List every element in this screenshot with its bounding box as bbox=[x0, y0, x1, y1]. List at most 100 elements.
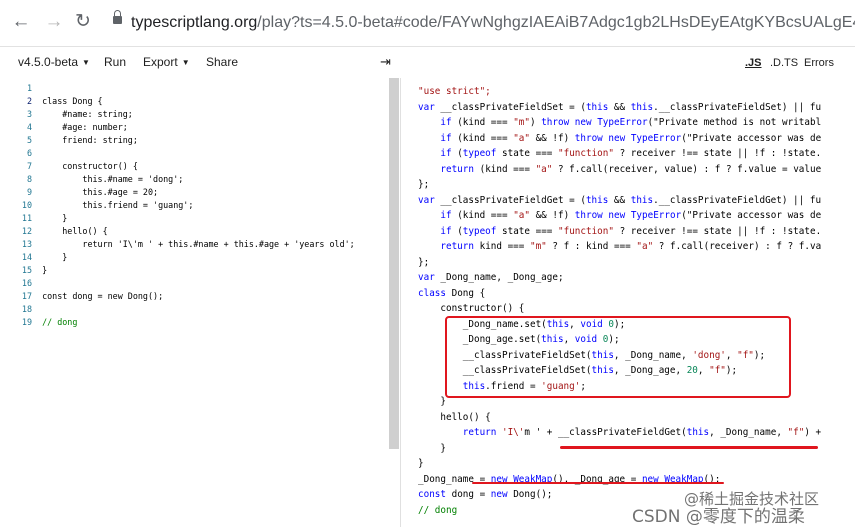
version-label: v4.5.0-beta bbox=[18, 55, 79, 69]
code-text: hello() { bbox=[42, 226, 108, 236]
code-line: 5 friend: string; bbox=[0, 134, 138, 147]
code-text: #name: string; bbox=[42, 109, 133, 119]
output-line: if (typeof state === "function" ? receiv… bbox=[440, 148, 822, 159]
collapse-panel-icon[interactable]: ⇥ bbox=[380, 54, 391, 70]
output-line: var _Dong_name, _Dong_age; bbox=[418, 272, 564, 283]
line-number: 10 bbox=[21, 200, 32, 210]
output-line: } bbox=[418, 443, 446, 454]
output-line: constructor() { bbox=[440, 303, 525, 314]
editor-scrollbar[interactable] bbox=[389, 78, 399, 449]
output-line: hello() { bbox=[440, 412, 491, 423]
output-line: var __classPrivateFieldGet = (this && th… bbox=[418, 195, 822, 206]
line-number: 4 bbox=[26, 122, 32, 132]
line-number: 6 bbox=[26, 148, 32, 158]
line-number: 17 bbox=[21, 291, 32, 301]
code-line: 6 bbox=[0, 147, 42, 160]
annotation-highlight-box bbox=[445, 316, 791, 398]
line-number: 16 bbox=[21, 278, 32, 288]
code-text: } bbox=[42, 252, 68, 262]
code-line: 4 #age: number; bbox=[0, 121, 128, 134]
line-number: 9 bbox=[26, 187, 32, 197]
output-line: // dong bbox=[418, 505, 458, 516]
code-line: 19 // dong bbox=[0, 316, 77, 329]
code-line: 11 } bbox=[0, 212, 67, 225]
code-line: 1 bbox=[0, 82, 42, 95]
output-line: if (typeof state === "function" ? receiv… bbox=[440, 226, 822, 237]
export-label: Export bbox=[143, 55, 178, 69]
output-line: return kind === "m" ? f : kind === "a" ?… bbox=[440, 241, 822, 252]
code-text: #age: number; bbox=[42, 122, 128, 132]
playground-toolbar: v4.5.0-beta ▼ Run Export ▼ Share ⇥ .JS .D.… bbox=[0, 47, 855, 77]
code-text: constructor() { bbox=[42, 161, 138, 171]
line-number: 2 bbox=[26, 96, 32, 106]
code-line: 2 class Dong { bbox=[0, 95, 103, 108]
tab-js[interactable]: .JS bbox=[745, 55, 762, 71]
output-panel: "use strict"; var __classPrivateFieldSet… bbox=[401, 78, 855, 527]
back-arrow-icon[interactable]: ← bbox=[10, 11, 32, 33]
output-line: if (kind === "a" && !f) throw new TypeEr… bbox=[440, 133, 822, 144]
output-line: } bbox=[418, 458, 424, 469]
version-select[interactable]: v4.5.0-beta ▼ bbox=[18, 54, 90, 71]
line-number: 15 bbox=[21, 265, 32, 275]
code-text: const dong = new Dong(); bbox=[42, 291, 164, 301]
code-editor[interactable]: 1 2 class Dong { 3 #name: string; 4 #age… bbox=[0, 78, 401, 527]
output-line: _Dong_name = new WeakMap(), _Dong_age = … bbox=[418, 474, 721, 485]
line-number: 1 bbox=[26, 83, 32, 93]
line-number: 19 bbox=[21, 317, 32, 327]
code-line: 15 } bbox=[0, 264, 47, 277]
code-line: 10 this.friend = 'guang'; bbox=[0, 199, 193, 212]
output-line: if (kind === "a" && !f) throw new TypeEr… bbox=[440, 210, 822, 221]
output-line: } bbox=[418, 396, 446, 407]
output-line: const dong = new Dong(); bbox=[418, 489, 553, 500]
code-line: 18 bbox=[0, 303, 42, 316]
line-number: 5 bbox=[26, 135, 32, 145]
code-line: 17 const dong = new Dong(); bbox=[0, 290, 163, 303]
annotation-underline bbox=[472, 482, 724, 484]
forward-arrow-icon[interactable]: → bbox=[43, 11, 65, 33]
output-line: return 'I\'m ' + __classPrivateFieldGet(… bbox=[462, 427, 822, 438]
line-number: 3 bbox=[26, 109, 32, 119]
line-number: 11 bbox=[21, 213, 32, 223]
code-text: class Dong { bbox=[42, 96, 103, 106]
code-text: this.friend = 'guang'; bbox=[42, 200, 194, 210]
lock-icon bbox=[113, 10, 122, 24]
url-field[interactable]: typescriptlang.org/play?ts=4.5.0-beta#co… bbox=[131, 13, 855, 33]
url-domain: typescriptlang.org bbox=[131, 14, 258, 31]
reload-icon[interactable]: ↻ bbox=[72, 11, 94, 33]
code-text: friend: string; bbox=[42, 135, 138, 145]
url-path: /play?ts=4.5.0-beta#code/FAYwNghgzIAEAiB… bbox=[257, 14, 855, 31]
code-text: this.#name = 'dong'; bbox=[42, 174, 184, 184]
output-line: if (kind === "m") throw new TypeError("P… bbox=[440, 117, 822, 128]
tab-errors[interactable]: Errors bbox=[804, 55, 834, 71]
code-line: 7 constructor() { bbox=[0, 160, 138, 173]
code-line: 16 bbox=[0, 277, 42, 290]
output-line: "use strict"; bbox=[418, 86, 491, 97]
watermark-csdn: CSDN @零度下的温柔 bbox=[632, 507, 805, 527]
code-line: 12 hello() { bbox=[0, 225, 108, 238]
code-line: 9 this.#age = 20; bbox=[0, 186, 158, 199]
annotation-underline bbox=[560, 446, 818, 449]
code-text: // dong bbox=[42, 317, 78, 327]
line-number: 8 bbox=[26, 174, 32, 184]
code-text: this.#age = 20; bbox=[42, 187, 159, 197]
browser-address-bar: ← → ↻ typescriptlang.org/play?ts=4.5.0-b… bbox=[0, 0, 855, 47]
line-number: 13 bbox=[21, 239, 32, 249]
output-line: }; bbox=[418, 257, 430, 268]
chevron-down-icon: ▼ bbox=[181, 58, 190, 67]
code-line: 8 this.#name = 'dong'; bbox=[0, 173, 183, 186]
run-button[interactable]: Run bbox=[104, 54, 126, 70]
line-number: 12 bbox=[21, 226, 32, 236]
code-line: 3 #name: string; bbox=[0, 108, 133, 121]
output-line: var __classPrivateFieldSet = (this && th… bbox=[418, 102, 822, 113]
code-text: } bbox=[42, 213, 68, 223]
output-line: class Dong { bbox=[418, 288, 486, 299]
line-number: 18 bbox=[21, 304, 32, 314]
export-menu[interactable]: Export ▼ bbox=[143, 54, 190, 71]
tab-dts[interactable]: .D.TS bbox=[770, 55, 798, 71]
line-number: 7 bbox=[26, 161, 32, 171]
watermark: @稀土掘金技术社区 CSDN @零度下的温柔 bbox=[632, 488, 855, 527]
code-text: return 'I\'m ' + this.#name + this.#age … bbox=[42, 239, 355, 249]
share-button[interactable]: Share bbox=[206, 54, 238, 70]
code-line: 14 } bbox=[0, 251, 67, 264]
chevron-down-icon: ▼ bbox=[82, 58, 90, 67]
